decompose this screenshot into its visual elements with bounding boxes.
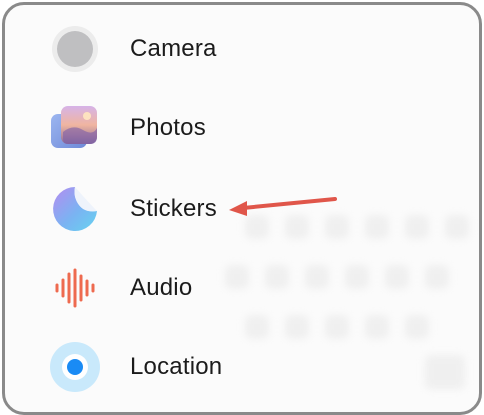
share-menu-frame: Camera Photos Stickers Audio Location bbox=[2, 2, 482, 415]
annotation-arrow bbox=[229, 197, 337, 216]
